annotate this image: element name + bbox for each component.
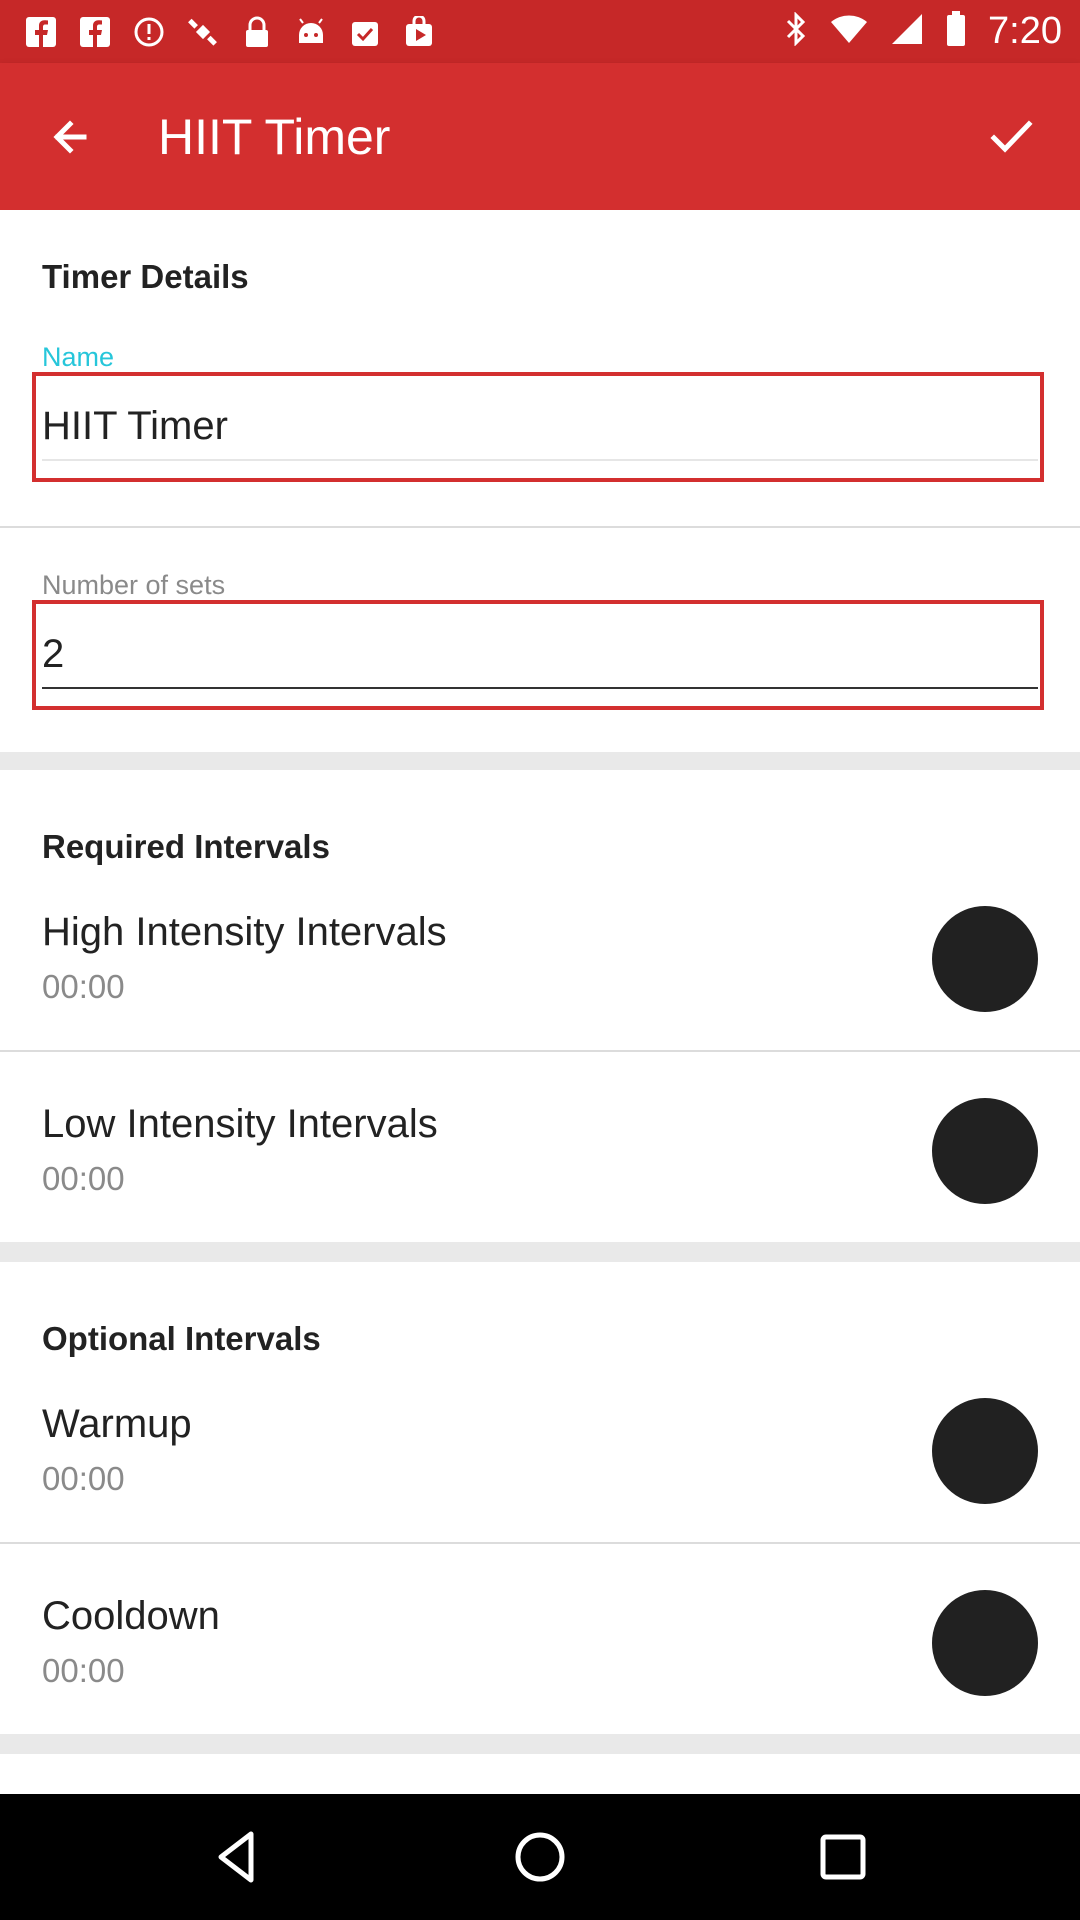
signal-icon [890, 12, 924, 51]
clipboard-check-icon [348, 15, 382, 49]
bluetooth-icon [784, 11, 808, 51]
play-store-icon [402, 15, 436, 49]
divider [0, 1050, 1080, 1052]
interval-time: 00:00 [42, 1160, 125, 1197]
settings-content[interactable]: Timer Details Name HIIT Timer Number of … [0, 210, 1080, 1794]
interval-title: High Intensity Intervals [42, 910, 447, 954]
section-title-timer-details: Timer Details [42, 258, 249, 295]
android-icon [294, 15, 328, 49]
interval-title: Cooldown [42, 1594, 220, 1638]
status-time: 7:20 [988, 10, 1062, 52]
app-bar: HIIT Timer [0, 63, 1080, 210]
required-intervals-card: Required Intervals High Intensity Interv… [0, 770, 1080, 1242]
divider [0, 526, 1080, 528]
color-swatch-button[interactable] [932, 1398, 1038, 1504]
navigation-bar [0, 1794, 1080, 1920]
name-field-highlight [32, 372, 1044, 482]
interval-time: 00:00 [42, 1652, 125, 1689]
system-status-icons: 7:20 [784, 0, 1062, 63]
divider [0, 1542, 1080, 1544]
timer-details-card: Timer Details Name HIIT Timer Number of … [0, 210, 1080, 752]
recents-square-icon[interactable] [808, 1822, 878, 1892]
interval-time: 00:00 [42, 968, 125, 1005]
color-swatch-button[interactable] [932, 1098, 1038, 1204]
color-swatch-button[interactable] [932, 1590, 1038, 1696]
app-bar-title: HIIT Timer [158, 109, 391, 165]
arrow-back-icon[interactable] [40, 107, 100, 167]
color-swatch-button[interactable] [932, 906, 1038, 1012]
back-triangle-icon[interactable] [203, 1822, 273, 1892]
lock-icon [240, 15, 274, 49]
wifi-icon [830, 14, 868, 49]
home-circle-icon[interactable] [505, 1822, 575, 1892]
interval-title: Low Intensity Intervals [42, 1102, 438, 1146]
sets-field-label: Number of sets [42, 570, 226, 600]
next-card [0, 1754, 1080, 1794]
facebook-icon [24, 15, 58, 49]
section-title-required-intervals: Required Intervals [42, 828, 330, 865]
section-title-optional-intervals: Optional Intervals [42, 1320, 321, 1357]
name-field-label: Name [42, 342, 115, 372]
status-bar: 7:20 [0, 0, 1080, 63]
interval-title: Warmup [42, 1402, 192, 1446]
satellite-icon [186, 15, 220, 49]
check-icon[interactable] [982, 107, 1042, 167]
interval-time: 00:00 [42, 1460, 125, 1497]
battery-icon [946, 11, 966, 52]
facebook-icon [78, 15, 112, 49]
optional-intervals-card: Optional Intervals Warmup 00:00 Cooldown… [0, 1262, 1080, 1734]
alert-icon [132, 15, 166, 49]
notification-icons [24, 0, 436, 63]
sets-field-highlight [32, 600, 1044, 710]
